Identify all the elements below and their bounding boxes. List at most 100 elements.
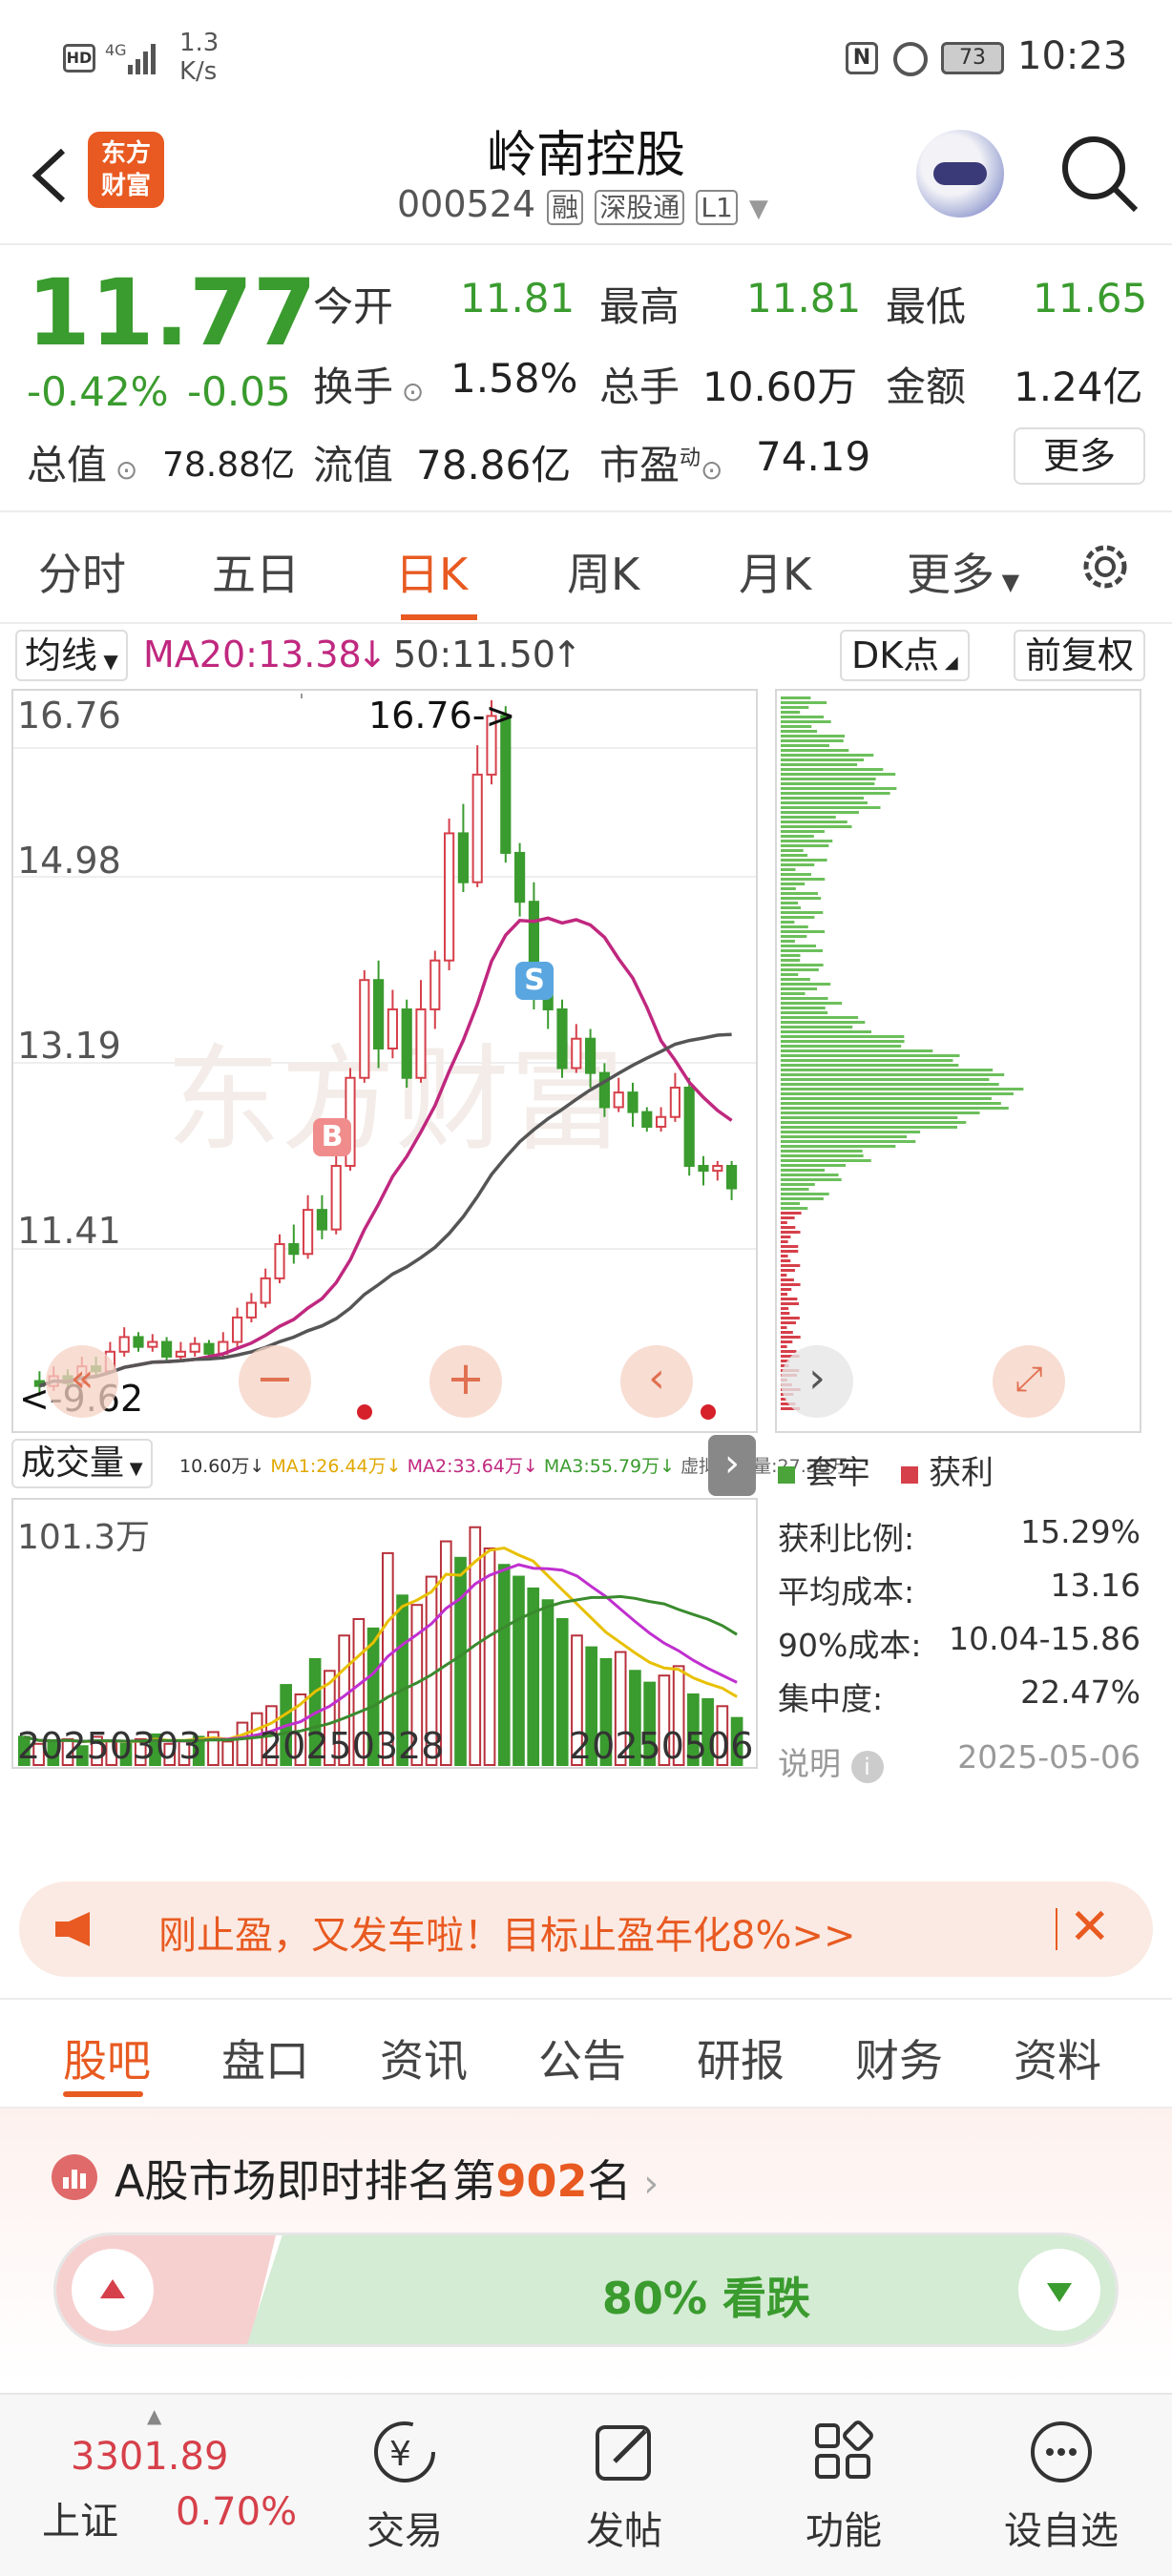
chip-bar [781,964,824,966]
plus-button[interactable]: + [429,1345,502,1418]
more-button[interactable]: 更多 [1014,427,1145,485]
chip-bar [781,1030,872,1033]
tab-research[interactable]: 研报 [697,2026,785,2089]
chip-bar [781,1240,788,1243]
chip-bar [781,1016,859,1019]
candle-body [245,1301,257,1319]
triangle-down-icon [1047,2283,1072,2302]
chip-bar [781,696,811,699]
chip-bar [781,849,804,852]
search-button[interactable] [1056,130,1141,216]
volume-ymax: 101.3万 [17,1518,151,1557]
adjust-button[interactable]: 前复权 [1014,630,1146,681]
chip-bar [781,1193,829,1195]
chip-bar [781,1345,787,1348]
caret-down-icon: ▼ [97,650,118,673]
chip-bar [781,1102,1001,1105]
chip-bar [781,1178,842,1181]
vote-up-button[interactable] [72,2249,154,2331]
date-label-3: 20250506 [569,1725,754,1767]
tab-more[interactable]: 更多 ▼ [907,540,1019,603]
chip-bar [781,1088,1024,1091]
info-icon[interactable]: ⊙ [107,454,137,486]
chip-stat-profit-ratio: 获利比例: 15.29% [778,1513,1141,1557]
tab-forum[interactable]: 股吧 [63,2026,151,2089]
volume-selector[interactable]: 成交量 ▼ [11,1439,153,1488]
date-label-1: 20250303 [17,1725,202,1767]
expand-button[interactable]: ⤢ [993,1345,1065,1418]
close-icon[interactable]: ✕ [1069,1899,1111,1956]
chip-bar [781,883,806,885]
ma-selector[interactable]: 均线 ▼ [15,630,128,681]
nav-post[interactable]: 发帖 [567,2414,681,2555]
next-button[interactable]: › [781,1345,853,1418]
info-icon: i [850,1751,884,1783]
info-icon[interactable]: ⊙ [393,376,424,407]
caret-down-icon[interactable]: ▼ [749,195,768,223]
settings-button[interactable] [1077,538,1134,595]
nav-add-watchlist[interactable]: 设自选 [1004,2414,1119,2555]
chip-bar [781,835,814,838]
edit-icon [596,2425,651,2481]
chip-bar [781,902,799,904]
vote-down-button[interactable] [1018,2249,1100,2331]
candle-body [147,1340,158,1348]
max-price-marker: 16.76-> [368,695,516,737]
chip-bar [781,1340,793,1343]
chip-bar [781,1126,957,1129]
chip-bar [781,840,833,842]
promo-banner[interactable]: 刚止盈，又发车啦！目标止盈年化8%>> ✕ [19,1881,1153,1977]
chip-bar [781,854,808,857]
chip-bar [781,1026,853,1028]
minus-button[interactable]: − [239,1345,311,1418]
index-change: 0.70% [176,2490,298,2534]
tab-five-day[interactable]: 五日 [212,540,300,603]
chip-bar [781,1336,801,1339]
tab-profile[interactable]: 资料 [1014,2026,1101,2089]
tab-news[interactable]: 资讯 [380,2026,468,2089]
nfc-icon: N [846,42,878,74]
chip-distribution[interactable]: › ⤢ [775,689,1141,1433]
chip-bar [781,1250,799,1253]
chip-bar [781,725,812,728]
volume-chart[interactable]: 101.3万 20250303 20250328 20250506 [11,1498,758,1769]
chip-bar [781,830,825,833]
prev-button[interactable]: ‹ [620,1345,693,1418]
tab-announcements[interactable]: 公告 [538,2026,626,2089]
kline-chart[interactable]: 东方财富 16.76 14.98 13.19 11.41 16.76-> <-9… [11,689,758,1433]
chip-bar [781,1174,839,1176]
chip-note-row[interactable]: 说明 i 2025-05-06 [778,1738,1141,1784]
tab-weekly-k[interactable]: 周K [567,540,639,603]
candle-body [415,1008,427,1079]
float-value: 78.86亿 [416,442,572,488]
chip-bar [781,1245,799,1248]
divider [0,243,1172,245]
amount-label: 金额 [886,364,967,410]
info-icon[interactable]: ⊙ [701,454,722,486]
chip-bar [781,1002,843,1005]
buy-marker[interactable]: B [313,1118,351,1156]
chip-bar [781,959,801,962]
chip-bar [781,1312,790,1315]
volume-bar [483,1547,496,1766]
nav-trade[interactable]: ¥ 交易 [347,2414,462,2555]
ranking-icon [52,2154,97,2200]
tab-orderbook[interactable]: 盘口 [221,2026,309,2089]
collapse-panel-button[interactable]: › [708,1435,756,1496]
tab-daily-k[interactable]: 日K [395,540,468,603]
ranking-text[interactable]: A股市场即时排名第902名 › [115,2147,659,2210]
dk-button[interactable]: DK点 ◢ [840,630,970,681]
bottom-nav: ▲ 3301.89 上证 0.70% ¥ 交易 发帖 功能 设自选 [0,2393,1172,2576]
y-label-4: 11.41 [17,1210,121,1252]
zoom-out-button[interactable]: « [46,1345,118,1418]
mktcap-label: 总值 ⊙ [27,442,138,488]
tab-monthly-k[interactable]: 月K [739,540,811,603]
index-widget[interactable]: ▲ 3301.89 上证 0.70% [32,2404,319,2561]
chip-bar [781,1183,815,1186]
robot-avatar[interactable] [916,130,1004,218]
candle-body [656,1115,667,1128]
sell-marker[interactable]: S [515,962,554,1000]
nav-functions[interactable]: 功能 [786,2414,901,2555]
tab-finance[interactable]: 财务 [855,2026,943,2089]
tab-intraday[interactable]: 分时 [38,540,126,603]
